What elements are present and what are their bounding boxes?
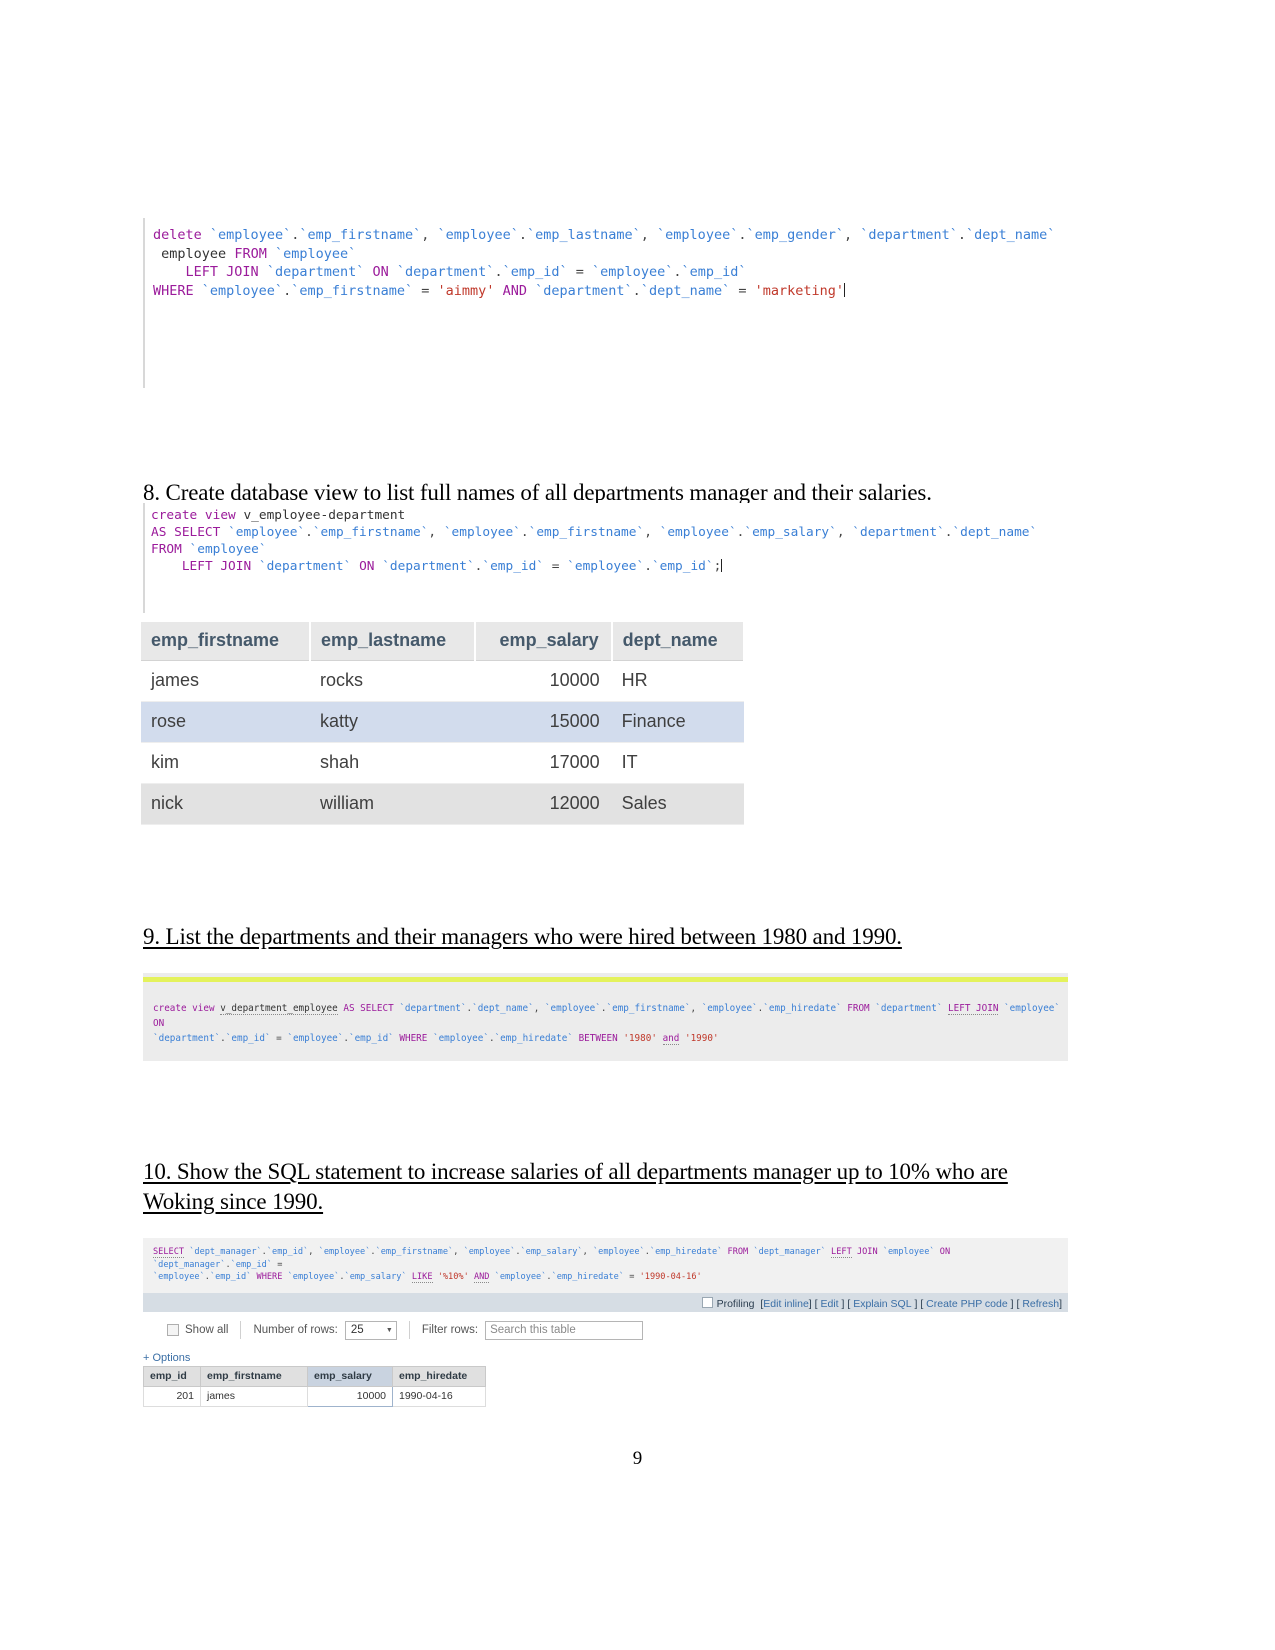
cell-dept-name: Finance [611, 701, 744, 743]
table-row[interactable]: 201 james 10000 1990-04-16 [143, 1386, 486, 1407]
table-row[interactable]: kim shah 17000 IT [141, 742, 744, 784]
sql-line-3: FROM `employee` [151, 542, 267, 557]
toolbar-divider [408, 1321, 410, 1339]
cell-dept-name: Sales [611, 783, 744, 825]
options-toggle-link[interactable]: + Options [143, 1352, 190, 1364]
sql-line-2: AS SELECT `employee`.`emp_firstname`, `e… [151, 525, 1038, 540]
table-row[interactable]: nick william 12000 Sales [141, 783, 744, 825]
column-header-emp-salary[interactable]: emp_salary [307, 1366, 393, 1387]
cell-emp-hiredate: 1990-04-16 [392, 1386, 486, 1407]
cell-emp-salary: 15000 [475, 701, 612, 743]
table-header-row: emp_id emp_firstname emp_salary emp_hire… [143, 1366, 486, 1387]
filter-rows-input[interactable]: Search this table [485, 1320, 644, 1340]
filter-rows-label: Filter rows: [421, 1324, 479, 1336]
sql-line-3: LEFT JOIN `department` ON `department`.`… [185, 264, 747, 280]
sql-line-1: delete `employee`.`emp_firstname`, `empl… [153, 227, 1056, 243]
number-of-rows-value: 25 [350, 1324, 364, 1336]
edit-link[interactable]: Edit [820, 1298, 838, 1310]
explain-sql-link[interactable]: Explain SQL [853, 1298, 911, 1310]
sql-line-4: LEFT JOIN `department` ON `department`.`… [181, 559, 723, 574]
cell-emp-salary: 17000 [475, 742, 612, 784]
cell-emp-salary: 10000 [307, 1386, 393, 1407]
sql-statement: SELECT `dept_manager`.`emp_id`, `employe… [153, 1247, 951, 1283]
column-header-dept-name[interactable]: dept_name [611, 622, 746, 661]
cell-emp-lastname: katty [310, 701, 476, 743]
sql-code-block-create-view-8: create view v_employee-department AS SEL… [143, 503, 1068, 613]
sql-statement: create view v_department_employee AS SEL… [153, 1003, 1061, 1045]
toolbar-divider [240, 1321, 242, 1339]
number-of-rows-label: Number of rows: [253, 1324, 338, 1336]
sql-query-box[interactable]: SELECT `dept_manager`.`emp_id`, `employe… [143, 1238, 1068, 1293]
highlight-bar [143, 977, 1068, 982]
column-header-emp-firstname[interactable]: emp_firstname [141, 622, 312, 661]
column-header-emp-id[interactable]: emp_id [143, 1366, 201, 1387]
query-result-table-q10: emp_id emp_firstname emp_salary emp_hire… [143, 1366, 486, 1407]
table-row[interactable]: rose katty 15000 Finance [141, 701, 744, 743]
sql-code-block-create-view-9: create view v_department_employee AS SEL… [143, 973, 1068, 1061]
cell-emp-firstname: kim [141, 742, 311, 784]
column-header-emp-salary[interactable]: emp_salary [475, 622, 613, 661]
cell-emp-id: 201 [143, 1386, 201, 1407]
document-page: delete `employee`.`emp_firstname`, `empl… [0, 0, 1275, 1650]
cell-emp-firstname: nick [141, 783, 311, 825]
sql-line-4: WHERE `employee`.`emp_firstname` = 'aimm… [153, 282, 846, 299]
column-header-emp-hiredate[interactable]: emp_hiredate [392, 1366, 486, 1387]
sql-line-2: employee FROM `employee` [161, 245, 357, 262]
edit-inline-link[interactable]: Edit inline [763, 1298, 809, 1310]
cell-emp-firstname: james [141, 660, 311, 702]
cell-dept-name: HR [611, 660, 744, 702]
show-all-checkbox[interactable] [167, 1324, 179, 1336]
cell-emp-firstname: james [200, 1386, 308, 1407]
sql-line-1: create view v_employee-department [151, 508, 406, 523]
chevron-down-icon: ▼ [385, 1326, 393, 1334]
sql-code-block-delete: delete `employee`.`emp_firstname`, `empl… [143, 218, 1068, 388]
query-result-table: emp_firstname emp_lastname emp_salary de… [141, 622, 746, 825]
column-header-emp-lastname[interactable]: emp_lastname [310, 622, 477, 661]
profiling-checkbox[interactable] [701, 1296, 713, 1308]
refresh-link[interactable]: Refresh [1022, 1298, 1059, 1310]
cell-emp-lastname: rocks [310, 660, 476, 702]
page-number: 9 [632, 1448, 643, 1469]
cell-emp-lastname: william [310, 783, 476, 825]
cell-emp-salary: 12000 [475, 783, 612, 825]
number-of-rows-select[interactable]: 25 ▼ [344, 1320, 397, 1340]
cell-emp-firstname: rose [141, 701, 311, 743]
create-php-code-link[interactable]: Create PHP code [926, 1298, 1008, 1310]
show-all-label: Show all [185, 1324, 229, 1336]
table-row[interactable]: james rocks 10000 HR [141, 660, 744, 702]
result-toolbar: Show all Number of rows: 25 ▼ Filter row… [143, 1312, 1068, 1348]
phpmyadmin-query-panel: SELECT `dept_manager`.`emp_id`, `employe… [143, 1238, 1068, 1315]
profiling-label: Profiling [716, 1297, 755, 1310]
cell-emp-salary: 10000 [475, 660, 612, 702]
cell-emp-lastname: shah [310, 742, 476, 784]
table-header-row: emp_firstname emp_lastname emp_salary de… [141, 622, 746, 661]
cell-dept-name: IT [611, 742, 744, 784]
question-10-heading: 10. Show the SQL statement to increase s… [143, 1159, 1008, 1214]
column-header-emp-firstname[interactable]: emp_firstname [200, 1366, 308, 1387]
question-9-heading: 9. List the departments and their manage… [143, 924, 902, 949]
